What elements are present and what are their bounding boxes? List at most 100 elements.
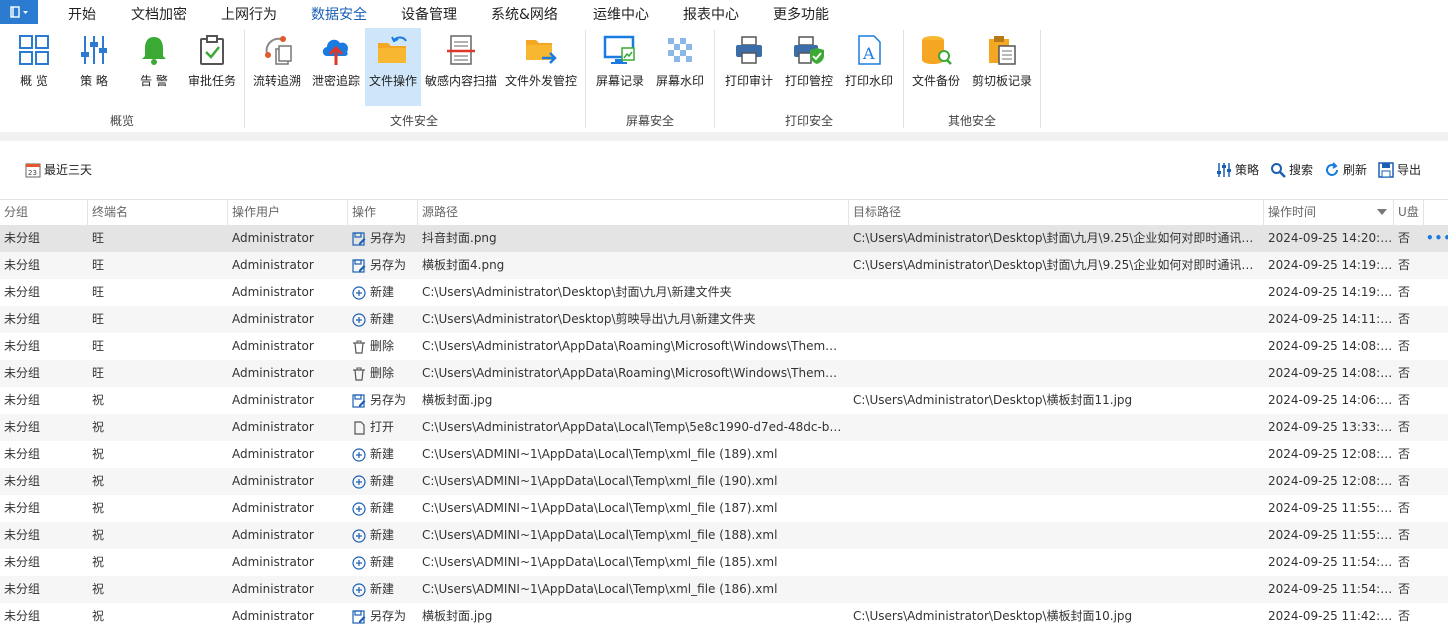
toolbar-refresh-button[interactable]: 刷新 <box>1324 161 1367 178</box>
table-row[interactable]: 未分组 祝 Administrator 新建 C:\Users\ADMINI~1\App… <box>0 576 1448 603</box>
menu-start[interactable]: 开始 <box>68 4 96 24</box>
cell-time: 2024-09-25 12:08:34 <box>1268 447 1394 461</box>
ribbon-flow-trace-button[interactable]: 流转追溯 <box>250 28 304 106</box>
toolbar-search-button[interactable]: 搜索 <box>1270 161 1313 178</box>
more-icon[interactable]: ••• <box>1426 225 1448 252</box>
cell-usb: 否 <box>1398 339 1411 353</box>
ribbon-clipboard-log-label: 剪切板记录 <box>971 74 1032 88</box>
table-row[interactable]: 未分组 祝 Administrator 新建 C:\Users\ADMINI~1\App… <box>0 495 1448 522</box>
ribbon-overview-button[interactable]: 概 览 <box>10 28 58 106</box>
table-row[interactable]: 未分组 祝 Administrator 打开 C:\Users\Administrato… <box>0 414 1448 441</box>
col-header-user[interactable]: 操作用户 <box>228 200 348 225</box>
col-header-terminal[interactable]: 终端名 <box>88 200 228 225</box>
col-header-time[interactable]: 操作时间 <box>1264 200 1394 225</box>
col-header-usb[interactable]: U盘 <box>1394 200 1424 225</box>
menu-device-mgmt[interactable]: 设备管理 <box>401 4 457 24</box>
ribbon-screen-watermark-button[interactable]: 屏幕水印 <box>653 28 707 106</box>
cell-target-path: C:\Users\Administrator\Desktop\横板封面10.jp… <box>853 609 1133 623</box>
folder-sync-icon <box>375 32 411 68</box>
col-header-group[interactable]: 分组 <box>0 200 88 225</box>
toolbar-policy-button[interactable]: 策略 <box>1216 161 1259 178</box>
cell-user: Administrator <box>232 312 314 326</box>
document-scan-icon <box>443 32 479 68</box>
table-row[interactable]: 未分组 旺 Administrator 删除 C:\Users\Administrato… <box>0 360 1448 387</box>
table-row[interactable]: 未分组 旺 Administrator 新建 C:\Users\Administrato… <box>0 306 1448 333</box>
cell-source-path: C:\Users\ADMINI~1\AppData\Local\Temp\xml… <box>422 582 778 596</box>
ribbon-sensitive-scan-label: 敏感内容扫描 <box>424 74 497 88</box>
ribbon-screen-record-button[interactable]: 屏幕记录 <box>593 28 647 106</box>
ribbon-divider <box>244 30 245 128</box>
cell-usb: 否 <box>1398 555 1411 569</box>
ribbon-file-ops-button[interactable]: 文件操作 <box>365 28 421 106</box>
ribbon-file-outgoing-button[interactable]: 文件外发管控 <box>503 28 579 106</box>
group-file-security-label: 文件安全 <box>390 114 439 128</box>
ribbon-file-backup-button[interactable]: 文件备份 <box>909 28 963 106</box>
cell-time: 2024-09-25 14:08:22 <box>1268 339 1394 353</box>
table-row[interactable]: 未分组 祝 Administrator 新建 C:\Users\ADMINI~1\App… <box>0 549 1448 576</box>
table-row[interactable]: 未分组 祝 Administrator 另存为 横板封面.jpg C:\Users\Adm… <box>0 603 1448 630</box>
ribbon-policy-button[interactable]: 策 略 <box>70 28 118 106</box>
menu-ops-center[interactable]: 运维中心 <box>593 4 649 24</box>
svg-text:23: 23 <box>28 169 37 177</box>
date-range-button[interactable]: 23 最近三天 <box>25 161 92 178</box>
ribbon-print-watermark-label: 打印水印 <box>844 74 893 88</box>
cell-operation: 新建 <box>348 306 418 333</box>
table-row[interactable]: 未分组 祝 Administrator 另存为 横板封面.jpg C:\Users\Adm… <box>0 387 1448 414</box>
plus-circle-icon <box>352 528 366 543</box>
trash-icon <box>352 340 366 354</box>
menu-web-behavior[interactable]: 上网行为 <box>221 4 277 24</box>
cell-target-path <box>849 468 1264 495</box>
trash-icon <box>352 367 366 381</box>
ribbon-clipboard-log-button[interactable]: 剪切板记录 <box>969 28 1035 106</box>
menu-data-security[interactable]: 数据安全 <box>311 4 367 28</box>
table-row[interactable]: 未分组 旺 Administrator 删除 C:\Users\Administrato… <box>0 333 1448 360</box>
col-header-operation[interactable]: 操作 <box>348 200 418 225</box>
table-row[interactable]: 未分组 祝 Administrator 新建 C:\Users\ADMINI~1\App… <box>0 468 1448 495</box>
ribbon-leak-trace-button[interactable]: 泄密追踪 <box>309 28 363 106</box>
cell-group: 未分组 <box>4 420 41 434</box>
cell-group: 未分组 <box>4 312 41 326</box>
ribbon-approval-button[interactable]: 审批任务 <box>186 28 238 106</box>
ribbon-alert-button[interactable]: 告 警 <box>130 28 178 106</box>
group-screen-security-label: 屏幕安全 <box>626 114 675 128</box>
cell-target-path <box>849 333 1264 360</box>
menu-report-center[interactable]: 报表中心 <box>683 4 739 24</box>
menu-doc-encrypt[interactable]: 文档加密 <box>131 4 187 24</box>
cell-group: 未分组 <box>4 609 41 623</box>
menu-more[interactable]: 更多功能 <box>773 4 829 24</box>
table-row[interactable]: 未分组 旺 Administrator 另存为 横板封面4.png C:\Users\Ad… <box>0 252 1448 279</box>
cell-usb: 否 <box>1398 609 1411 623</box>
cell-operation: 新建 <box>348 522 418 549</box>
cell-usb: 否 <box>1398 312 1411 326</box>
ribbon-print-control-button[interactable]: 打印管控 <box>782 28 836 106</box>
table-row[interactable]: 未分组 旺 Administrator 新建 C:\Users\Administrato… <box>0 279 1448 306</box>
sort-down-icon <box>1377 209 1387 215</box>
ribbon-divider <box>714 30 715 128</box>
document-a-icon: A <box>851 32 887 68</box>
table-row[interactable]: 未分组 祝 Administrator 新建 C:\Users\ADMINI~1\App… <box>0 441 1448 468</box>
ribbon-print-watermark-button[interactable]: A 打印水印 <box>842 28 896 106</box>
table-row[interactable]: 未分组 旺 Administrator 另存为 抖音封面.png C:\Users\Adm… <box>0 225 1448 252</box>
sliders-icon <box>76 32 112 68</box>
cell-terminal: 祝 <box>92 609 105 623</box>
cell-source-path: C:\Users\ADMINI~1\AppData\Local\Temp\xml… <box>422 447 778 461</box>
cell-user: Administrator <box>232 393 314 407</box>
cell-usb: 否 <box>1398 366 1411 380</box>
col-header-target-path[interactable]: 目标路径 <box>849 200 1264 225</box>
table-body: 未分组旺 Administrator 另存为 抖音封面.png C:\Users\Adm… <box>0 225 1448 630</box>
col-header-source-path[interactable]: 源路径 <box>418 200 849 225</box>
operation-label: 另存为 <box>370 258 407 272</box>
cell-operation: 另存为 <box>348 225 418 252</box>
table-row[interactable]: 未分组 祝 Administrator 新建 C:\Users\ADMINI~1\App… <box>0 522 1448 549</box>
cell-user: Administrator <box>232 339 314 353</box>
cell-source-path: 横板封面4.png <box>422 258 505 272</box>
export-icon <box>1378 161 1394 178</box>
menu-system-network[interactable]: 系统&网络 <box>491 4 558 24</box>
col-header-time-label: 操作时间 <box>1268 205 1317 219</box>
ribbon-sensitive-scan-button[interactable]: 敏感内容扫描 <box>423 28 499 106</box>
app-menu-button[interactable] <box>0 0 38 24</box>
cell-target-path <box>849 522 1264 549</box>
toolbar-export-button[interactable]: 导出 <box>1378 161 1421 178</box>
ribbon-print-audit-button[interactable]: 打印审计 <box>722 28 776 106</box>
plus-circle-icon <box>352 555 366 570</box>
